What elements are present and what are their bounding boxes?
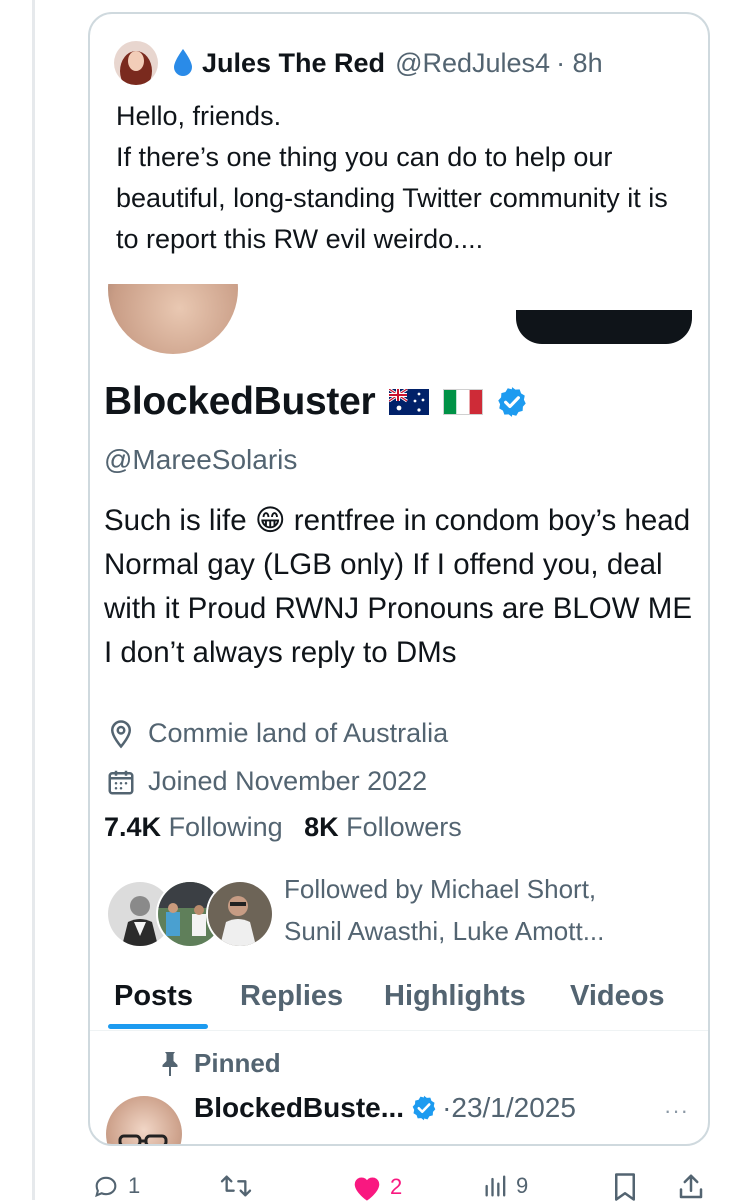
followers-count[interactable]: 8K [304, 812, 339, 842]
reply-button[interactable]: 1 [90, 1172, 140, 1200]
pinned-label: Pinned [194, 1048, 281, 1078]
italy-flag-icon [443, 389, 484, 415]
follow-button-partial[interactable] [516, 310, 692, 344]
quoted-tweet-card[interactable]: Jules The Red @RedJules4 · 8h Hello, fri… [88, 12, 710, 1146]
followed-by-text: Followed by Michael Short, Sunil Awasthi… [284, 874, 605, 946]
following-count[interactable]: 7.4K [104, 812, 161, 842]
reply-icon [95, 1176, 117, 1198]
profile-bio: Such is life 😁 rentfree in condom boy’s … [104, 504, 693, 669]
australia-flag-icon [389, 389, 430, 415]
quoted-author-handle[interactable]: @RedJules4 [395, 48, 550, 79]
tab-replies[interactable]: Replies [240, 980, 343, 1013]
following-label[interactable]: Following [169, 812, 283, 842]
pin-icon [162, 1051, 178, 1076]
calendar-icon [108, 770, 134, 794]
pinned-author-avatar[interactable] [106, 1096, 182, 1144]
follower-avatar [206, 880, 274, 948]
follow-counts: 7.4K Following 8K Followers [104, 812, 462, 843]
bookmark-button[interactable] [612, 1172, 638, 1202]
water-drop-icon [174, 49, 192, 76]
tab-videos[interactable]: Videos [570, 980, 665, 1013]
tab-highlights[interactable]: Highlights [384, 980, 526, 1013]
display-name-row: BlockedBuster [104, 380, 529, 424]
tweet-action-bar: 1 2 9 [0, 1160, 741, 1202]
reply-count: 1 [128, 1173, 141, 1198]
pinned-author-name[interactable]: BlockedBuste... [194, 1092, 404, 1124]
quoted-author-name[interactable]: Jules The Red [202, 48, 385, 79]
share-button[interactable] [676, 1172, 706, 1202]
profile-username: @MareeSolaris [104, 444, 298, 475]
quoted-tweet-text: Hello, friends. If there’s one thing you… [116, 101, 668, 254]
like-count: 2 [390, 1174, 403, 1199]
share-icon [679, 1174, 703, 1199]
quoted-time: · 8h [556, 47, 603, 78]
tab-posts[interactable]: Posts [114, 980, 193, 1013]
joined-row: Joined November 2022 [106, 766, 427, 797]
joined-text: Joined November 2022 [148, 766, 428, 796]
active-tab-indicator [108, 1024, 208, 1029]
verified-badge-icon[interactable] [495, 385, 529, 419]
repost-button[interactable] [218, 1172, 254, 1200]
location-pin-icon [110, 719, 132, 748]
pinned-indicator: Pinned [160, 1048, 281, 1079]
followers-label[interactable]: Followers [346, 812, 462, 842]
pinned-post-header: BlockedBuste... ·23/1/2025 [194, 1092, 576, 1124]
repost-icon [220, 1175, 252, 1197]
location-text: Commie land of Australia [148, 718, 449, 748]
heart-icon [354, 1177, 380, 1201]
bookmark-icon [615, 1173, 635, 1201]
thread-line [32, 0, 35, 1200]
more-options-icon[interactable]: ··· [664, 1098, 689, 1124]
like-button[interactable]: 2 [350, 1172, 402, 1202]
profile-tabs: Posts Replies Highlights Videos [90, 974, 708, 1031]
verified-badge-icon [412, 1095, 436, 1121]
pinned-post-date: ·23/1/2025 [442, 1092, 576, 1123]
jules-avatar[interactable] [114, 41, 158, 85]
profile-avatar[interactable] [108, 284, 238, 354]
view-count: 9 [516, 1173, 529, 1198]
location-row: Commie land of Australia [106, 718, 448, 749]
quoted-tweet-header: Jules The Red @RedJules4 · 8h [114, 40, 603, 86]
views-button[interactable]: 9 [482, 1172, 528, 1200]
bar-chart-icon [485, 1175, 506, 1197]
display-name: BlockedBuster [104, 380, 376, 423]
